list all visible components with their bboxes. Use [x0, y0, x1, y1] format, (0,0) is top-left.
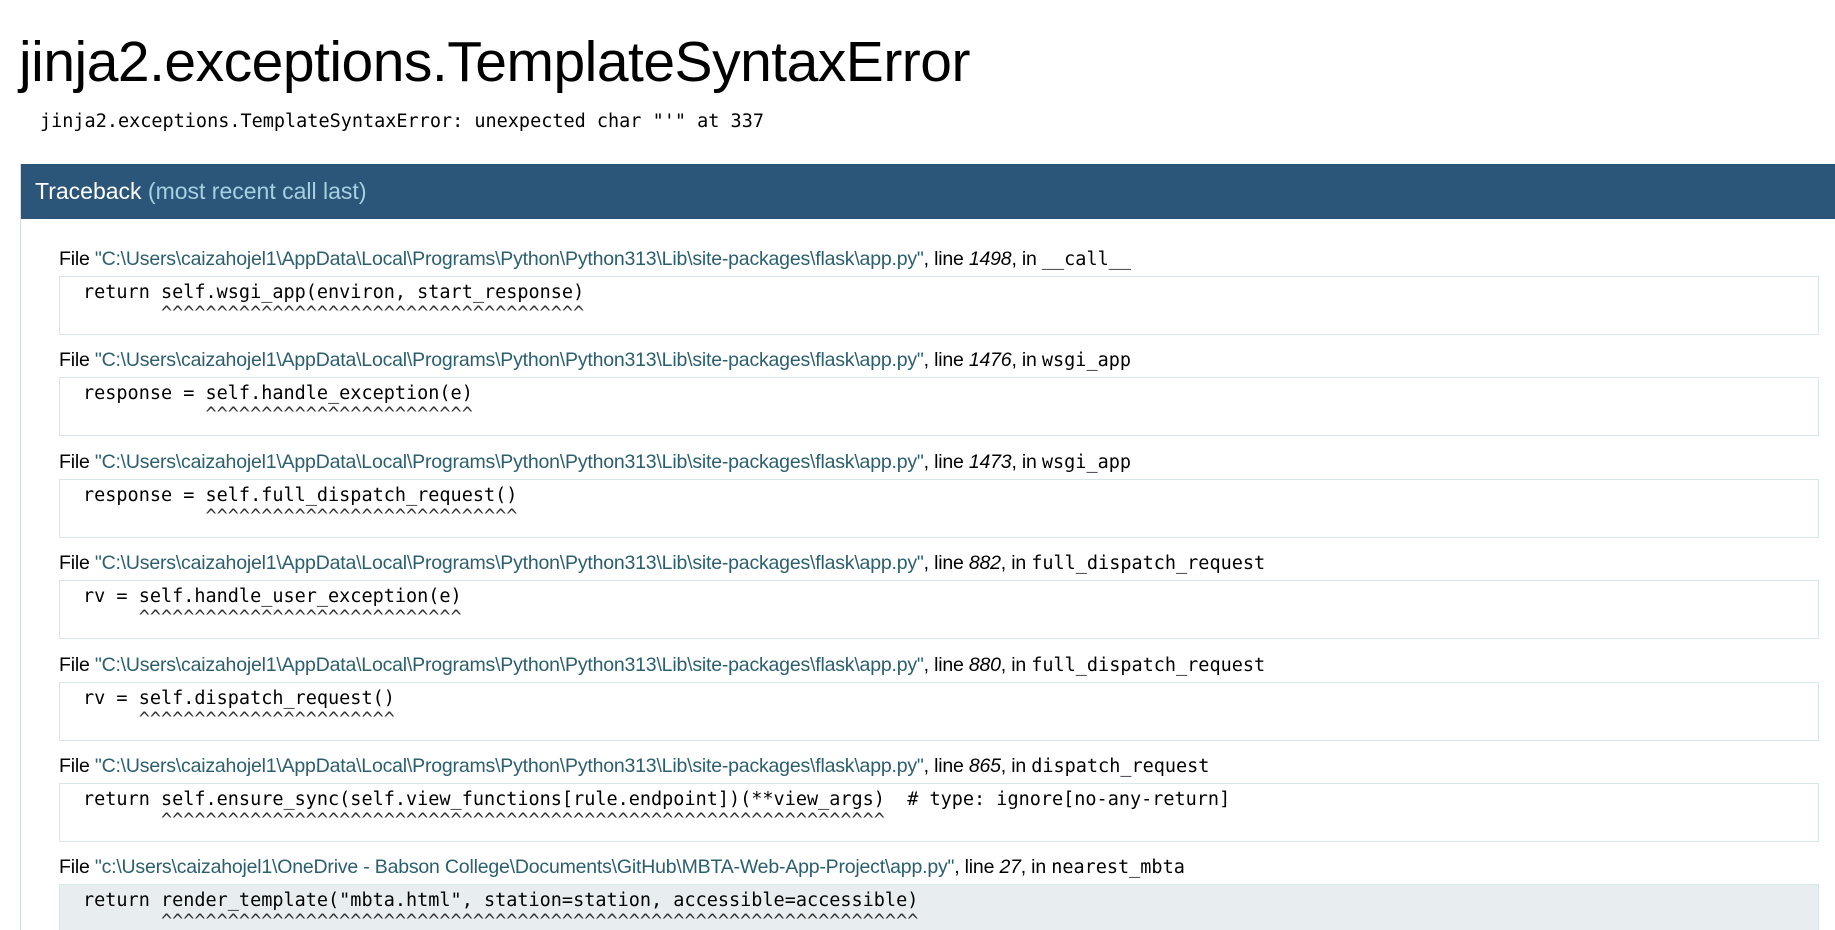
frame-line-number: 1473 [968, 451, 1012, 473]
frame-line-number: 882 [968, 552, 1001, 574]
error-carets: ^^^^^^^^^^^^^^^^^^^^^^^^ [83, 404, 473, 425]
file-label: File [59, 856, 95, 878]
error-carets: ^^^^^^^^^^^^^^^^^^^^^^^^^^^^^^^^^^^^^^ [83, 303, 585, 324]
file-label: File [59, 451, 95, 473]
frame-source-code[interactable]: response = self.full_dispatch_request() … [59, 479, 1819, 538]
in-label: , in [1011, 349, 1042, 371]
traceback-frame-current: File "c:\Users\caizahojel1\OneDrive - Ba… [59, 853, 1819, 930]
in-label: , in [1011, 451, 1042, 473]
frame-line-number: 27 [999, 856, 1021, 878]
error-carets: ^^^^^^^^^^^^^^^^^^^^^^^ [83, 709, 395, 730]
frame-function-name: wsgi_app [1041, 350, 1131, 371]
frame-file-path[interactable]: "C:\Users\caizahojel1\AppData\Local\Prog… [95, 552, 924, 574]
error-message: jinja2.exceptions.TemplateSyntaxError: u… [40, 111, 764, 132]
frame-source-code[interactable]: return self.ensure_sync(self.view_functi… [59, 783, 1819, 842]
traceback-frame: File "C:\Users\caizahojel1\AppData\Local… [59, 549, 1819, 639]
error-carets: ^^^^^^^^^^^^^^^^^^^^^^^^^^^^^^^^^^^^^^^^… [83, 810, 885, 831]
line-label: , line [923, 552, 969, 574]
frame-source-code[interactable]: return render_template("mbta.html", stat… [59, 884, 1819, 930]
frame-header: File "C:\Users\caizahojel1\AppData\Local… [59, 346, 1819, 374]
source-line: rv = self.dispatch_request() [83, 688, 395, 709]
frame-line-number: 1498 [968, 248, 1012, 270]
file-label: File [59, 552, 95, 574]
source-line: return self.ensure_sync(self.view_functi… [83, 789, 1231, 810]
frame-function-name: __call__ [1041, 249, 1131, 270]
frame-line-number: 1476 [968, 349, 1012, 371]
frame-file-path[interactable]: "C:\Users\caizahojel1\AppData\Local\Prog… [95, 755, 924, 777]
error-carets: ^^^^^^^^^^^^^^^^^^^^^^^^^^^^^ [83, 607, 462, 628]
error-title: jinja2.exceptions.TemplateSyntaxError [19, 30, 970, 94]
frame-header: File "C:\Users\caizahojel1\AppData\Local… [59, 549, 1819, 577]
line-label: , line [954, 856, 1000, 878]
in-label: , in [1000, 654, 1032, 676]
in-label: , in [1000, 552, 1032, 574]
frame-source-code[interactable]: rv = self.handle_user_exception(e) ^^^^^… [59, 580, 1819, 639]
traceback-frame: File "C:\Users\caizahojel1\AppData\Local… [59, 752, 1819, 842]
source-line: rv = self.handle_user_exception(e) [83, 586, 462, 607]
frame-function-name: nearest_mbta [1051, 857, 1185, 878]
in-label: , in [1020, 856, 1052, 878]
source-line: return render_template("mbta.html", stat… [83, 890, 919, 911]
line-label: , line [923, 248, 969, 270]
source-line: return self.wsgi_app(environ, start_resp… [83, 282, 585, 303]
line-label: , line [923, 451, 969, 473]
in-label: , in [1011, 248, 1042, 270]
frame-function-name: full_dispatch_request [1031, 655, 1266, 676]
frame-source-code[interactable]: rv = self.dispatch_request() ^^^^^^^^^^^… [59, 682, 1819, 741]
file-label: File [59, 349, 95, 371]
traceback-heading-sub: (most recent call last) [147, 178, 367, 204]
frame-function-name: full_dispatch_request [1031, 553, 1266, 574]
frame-source-code[interactable]: return self.wsgi_app(environ, start_resp… [59, 276, 1819, 335]
debugger-page: jinja2.exceptions.TemplateSyntaxError ji… [0, 0, 1835, 930]
source-line: response = self.full_dispatch_request() [83, 485, 518, 506]
frame-file-path[interactable]: "C:\Users\caizahojel1\AppData\Local\Prog… [95, 654, 924, 676]
frame-function-name: wsgi_app [1041, 452, 1131, 473]
frame-header: File "C:\Users\caizahojel1\AppData\Local… [59, 448, 1819, 476]
traceback-panel: Traceback (most recent call last) File "… [20, 164, 1835, 930]
frame-header: File "C:\Users\caizahojel1\AppData\Local… [59, 245, 1819, 273]
traceback-frame: File "C:\Users\caizahojel1\AppData\Local… [59, 346, 1819, 436]
source-line: response = self.handle_exception(e) [83, 383, 473, 404]
traceback-frame: File "C:\Users\caizahojel1\AppData\Local… [59, 245, 1819, 335]
frame-source-code[interactable]: response = self.handle_exception(e) ^^^^… [59, 377, 1819, 436]
frame-file-path[interactable]: "C:\Users\caizahojel1\AppData\Local\Prog… [95, 451, 924, 473]
in-label: , in [1000, 755, 1032, 777]
frame-file-path[interactable]: "C:\Users\caizahojel1\AppData\Local\Prog… [95, 248, 924, 270]
file-label: File [59, 248, 95, 270]
traceback-frame: File "C:\Users\caizahojel1\AppData\Local… [59, 448, 1819, 538]
error-carets: ^^^^^^^^^^^^^^^^^^^^^^^^^^^^^^^^^^^^^^^^… [83, 911, 919, 930]
file-label: File [59, 755, 95, 777]
line-label: , line [923, 654, 969, 676]
frame-header: File "C:\Users\caizahojel1\AppData\Local… [59, 651, 1819, 679]
file-label: File [59, 654, 95, 676]
frame-file-path[interactable]: "c:\Users\caizahojel1\OneDrive - Babson … [95, 856, 955, 878]
frame-line-number: 880 [968, 654, 1001, 676]
frame-header: File "C:\Users\caizahojel1\AppData\Local… [59, 752, 1819, 780]
error-carets: ^^^^^^^^^^^^^^^^^^^^^^^^^^^^ [83, 506, 518, 527]
frame-line-number: 865 [968, 755, 1001, 777]
traceback-heading: Traceback [35, 178, 142, 204]
frame-header: File "c:\Users\caizahojel1\OneDrive - Ba… [59, 853, 1819, 881]
traceback-header: Traceback (most recent call last) [21, 164, 1835, 219]
traceback-frame: File "C:\Users\caizahojel1\AppData\Local… [59, 651, 1819, 741]
frame-function-name: dispatch_request [1031, 756, 1210, 777]
line-label: , line [923, 349, 969, 371]
frame-file-path[interactable]: "C:\Users\caizahojel1\AppData\Local\Prog… [95, 349, 924, 371]
line-label: , line [923, 755, 969, 777]
